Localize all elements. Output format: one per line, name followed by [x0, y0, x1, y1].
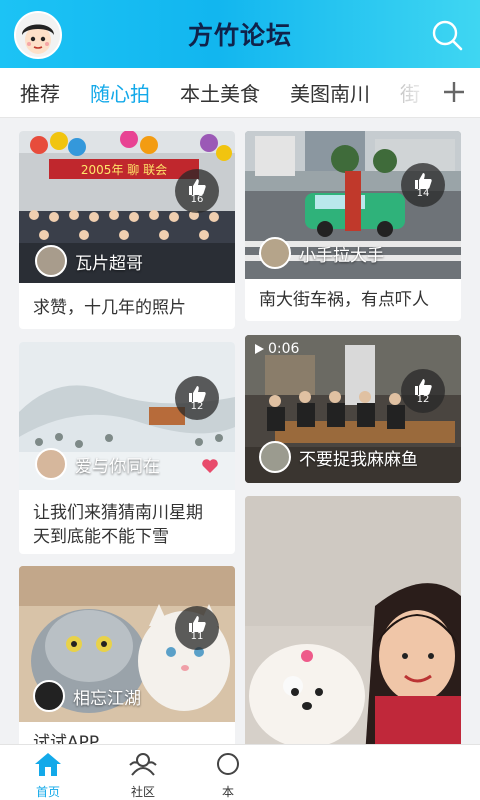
post-caption: 求赞，十几年的照片: [33, 298, 186, 318]
home-icon: [35, 753, 61, 776]
local-icon: [217, 753, 239, 775]
nav-home[interactable]: 首页: [13, 745, 83, 800]
nav-local-label: 本: [221, 785, 234, 799]
author-avatar: [259, 441, 291, 473]
post-caption-line2: 天到底能不能下雪: [33, 527, 169, 547]
add-tab-button[interactable]: [440, 78, 468, 106]
post-author[interactable]: 爱与你同在: [35, 448, 160, 480]
author-name: 瓦片超哥: [75, 253, 143, 274]
search-icon: [432, 20, 463, 51]
author-avatar: [33, 680, 65, 712]
app-title: 方竹论坛: [187, 21, 292, 50]
post-card[interactable]: 12 爱与你同在 让我们来猜猜南川星期 天到底能不能下雪: [19, 342, 235, 554]
post-caption-line1: 让我们来猜猜南川星期: [33, 503, 203, 523]
post-card[interactable]: 11 相忘江湖 试试APP: [19, 566, 235, 756]
post-caption: 南大街车祸，有点吓人: [259, 290, 429, 310]
cartoon-avatar-icon: [16, 13, 60, 57]
post-card[interactable]: 2005年 聊 联会 16 瓦片超哥 求赞，十几年的照片: [19, 131, 235, 329]
like-badge[interactable]: 12: [175, 376, 219, 420]
like-badge[interactable]: 12: [401, 369, 445, 413]
plus-icon: [444, 82, 464, 102]
play-icon: [255, 344, 264, 354]
post-image: [245, 496, 461, 756]
tab-local-food[interactable]: 本土美食: [150, 78, 260, 107]
nav-home-label: 首页: [35, 785, 60, 799]
search-button[interactable]: [430, 18, 464, 52]
like-count: 14: [416, 187, 430, 199]
like-count: 16: [190, 193, 204, 205]
video-time-text: 0:06: [268, 341, 300, 357]
banner-text: 2005年 聊 联会: [81, 163, 167, 177]
post-card[interactable]: 14 小手拉大手 南大街车祸，有点吓人: [245, 131, 461, 321]
tab-nanchuan-photos[interactable]: 美图南川: [260, 78, 370, 107]
nav-community-label: 社区: [130, 785, 155, 799]
app-header: 方竹论坛: [0, 0, 480, 68]
like-badge[interactable]: 11: [175, 606, 219, 650]
like-badge[interactable]: 14: [401, 163, 445, 207]
post-card[interactable]: [245, 496, 461, 756]
community-icon: [129, 753, 157, 776]
like-count: 12: [416, 393, 430, 405]
post-author[interactable]: 不要捉我麻麻鱼: [259, 441, 418, 473]
like-count: 12: [190, 400, 204, 412]
tab-recommend[interactable]: 推荐: [0, 78, 60, 107]
post-author[interactable]: 瓦片超哥: [35, 245, 143, 277]
author-avatar: [35, 448, 67, 480]
nav-local[interactable]: 本: [193, 745, 263, 800]
author-name: 不要捉我麻麻鱼: [299, 449, 418, 470]
author-avatar: [259, 237, 291, 269]
author-name: 爱与你同在: [75, 456, 160, 477]
post-author[interactable]: 相忘江湖: [33, 680, 141, 712]
heart-icon: [201, 458, 219, 478]
tabs-fade-overlay: [400, 68, 436, 117]
video-duration: 0:06: [253, 341, 299, 357]
post-author[interactable]: 小手拉大手: [259, 237, 384, 269]
author-name: 相忘江湖: [73, 688, 141, 709]
bottom-navigation: 首页 社区 本: [0, 744, 480, 800]
like-count: 11: [190, 630, 204, 642]
post-card[interactable]: 0:06 12 不要捉我麻麻鱼: [245, 335, 461, 483]
author-avatar: [35, 245, 67, 277]
category-tabs: 推荐 随心拍 本土美食 美图南川 街: [0, 68, 480, 118]
like-badge[interactable]: 16: [175, 169, 219, 213]
tab-snapshots[interactable]: 随心拍: [60, 78, 150, 107]
user-avatar[interactable]: [14, 11, 62, 59]
nav-community[interactable]: 社区: [108, 745, 178, 800]
author-name: 小手拉大手: [299, 245, 384, 266]
